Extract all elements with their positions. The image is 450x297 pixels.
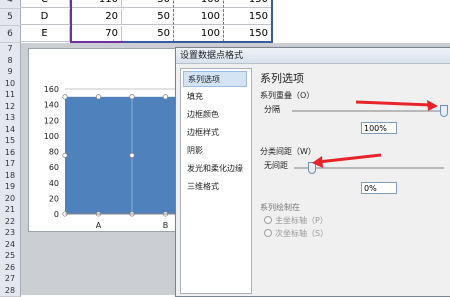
gap-slider-thumb[interactable] <box>308 162 316 174</box>
nav-item-border-color[interactable]: 边框颜色 <box>183 107 247 123</box>
nav-item-series-options[interactable]: 系列选项 <box>183 71 247 87</box>
nav-item-3d-format[interactable]: 三维格式 <box>183 179 247 195</box>
gap-value-input[interactable]: 0% <box>361 182 397 194</box>
y-tick-label: 80 <box>49 148 59 157</box>
dialog-nav-list: 系列选项 填充 边框颜色 边框样式 阴影 发光和柔化边缘 三维格式 <box>180 68 252 294</box>
dialog-title[interactable]: 设置数据点格式 <box>176 48 450 64</box>
row-number[interactable]: 28 <box>0 285 21 297</box>
y-tick-label: 120 <box>44 116 59 125</box>
selection-outline <box>123 0 273 43</box>
overlap-slider-thumb[interactable] <box>440 105 448 117</box>
plot-on-label: 系列绘制在 <box>260 202 300 213</box>
y-tick-label: 160 <box>44 85 59 94</box>
series-options-panel: 系列选项 系列重叠（O） 分隔 100% 分类间距（W） 无间距 0% 系列绘制… <box>254 68 449 294</box>
primary-axis-radio[interactable] <box>264 216 272 224</box>
nav-item-border-style[interactable]: 边框样式 <box>183 125 247 141</box>
selection-outline <box>70 0 123 43</box>
overlap-value-input[interactable]: 100% <box>361 122 397 134</box>
selection-handle[interactable] <box>96 95 100 99</box>
nav-item-glow-soft-edges[interactable]: 发光和柔化边缘 <box>183 161 247 177</box>
selection-handle[interactable] <box>130 153 134 157</box>
secondary-axis-label: 次坐标轴（S） <box>275 228 328 239</box>
overlap-label: 系列重叠（O） <box>260 90 314 101</box>
overlap-slider-track[interactable] <box>292 110 442 112</box>
y-tick-label: 0 <box>54 210 59 219</box>
selection-handle[interactable] <box>63 153 67 157</box>
row-number[interactable]: 6 <box>0 26 21 43</box>
gap-slider-track[interactable] <box>294 167 444 169</box>
y-tick-label: 40 <box>49 179 59 188</box>
nav-item-fill[interactable]: 填充 <box>183 89 247 105</box>
table-cell[interactable]: E <box>20 26 70 42</box>
bar[interactable] <box>65 97 132 214</box>
y-tick-label: 20 <box>49 194 59 203</box>
nav-item-shadow[interactable]: 阴影 <box>183 143 247 159</box>
selection-handle[interactable] <box>63 95 67 99</box>
primary-axis-label: 主坐标轴（P） <box>275 215 328 226</box>
x-tick-label: B <box>163 221 169 230</box>
y-tick-label: 60 <box>49 163 59 172</box>
overlap-left-label: 分隔 <box>264 104 280 115</box>
format-data-point-dialog: 设置数据点格式 系列选项 填充 边框颜色 边框样式 阴影 发光和柔化边缘 三维格… <box>175 47 450 297</box>
row-number[interactable]: 4 <box>0 0 21 9</box>
row-number[interactable]: 5 <box>0 9 21 26</box>
x-tick-label: A <box>96 221 102 230</box>
table-cell[interactable]: D <box>20 9 70 25</box>
section-title: 系列选项 <box>260 70 304 86</box>
y-tick-label: 140 <box>44 101 59 110</box>
selection-handle[interactable] <box>163 95 167 99</box>
gap-label: 分类间距（W） <box>260 146 316 157</box>
secondary-axis-radio[interactable] <box>264 229 272 237</box>
table-cell[interactable]: C <box>20 0 70 8</box>
gap-left-label: 无间距 <box>264 160 288 171</box>
selection-handle[interactable] <box>130 95 134 99</box>
spreadsheet: 4 C 110 50 100 150 5 D 20 50 100 150 6 E… <box>0 0 450 43</box>
y-tick-label: 100 <box>44 132 59 141</box>
